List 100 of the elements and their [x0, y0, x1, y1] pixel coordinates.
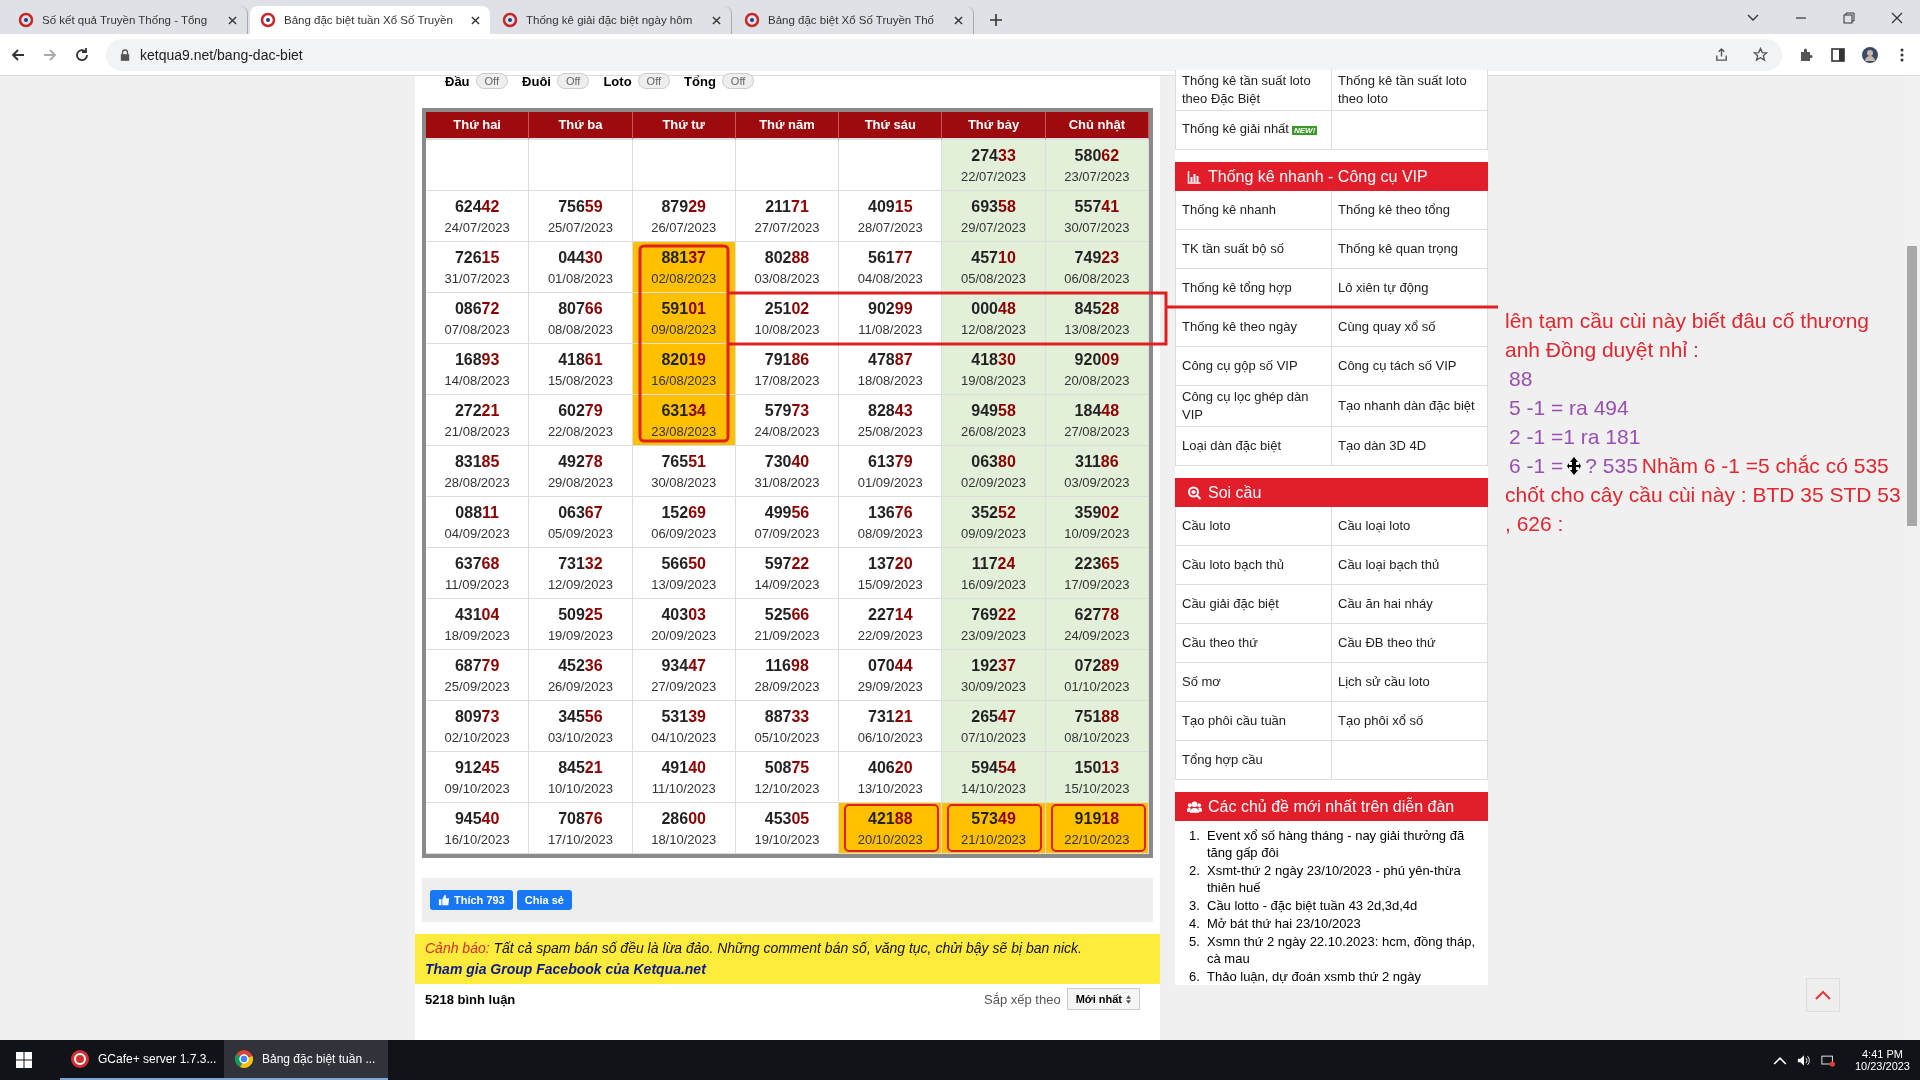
- sidebar-link[interactable]: Thống kê quan trọng: [1338, 240, 1458, 258]
- sidebar-link[interactable]: Cầu loto bạch thủ: [1182, 556, 1284, 574]
- avatar-icon[interactable]: [1862, 46, 1878, 63]
- filter-toggle[interactable]: Off: [475, 73, 509, 89]
- draw-date: 09/09/2023: [961, 525, 1027, 541]
- draw-date: 26/07/2023: [651, 219, 717, 235]
- sidebar-link[interactable]: Lô xiên tự động: [1338, 279, 1429, 297]
- column-header: Chủ nhật: [1045, 112, 1149, 140]
- sidebar-link[interactable]: Công cụ tách số VIP: [1338, 357, 1457, 375]
- new-tab-icon[interactable]: [990, 14, 1002, 26]
- sidebar-link[interactable]: Tạo phôi xổ số: [1338, 712, 1424, 730]
- draw-date: 03/10/2023: [547, 729, 613, 745]
- sidebar-link[interactable]: Cầu loto: [1182, 517, 1231, 535]
- forum-topic-link[interactable]: Xsmt-thứ 2 ngày 23/10/2023 - phú yên-thừa thiên huế: [1207, 862, 1478, 896]
- restore-icon[interactable]: [1843, 12, 1855, 24]
- close-tab-icon[interactable]: [954, 15, 963, 25]
- network-icon[interactable]: [1820, 1053, 1835, 1067]
- sidebar-link[interactable]: Thống kê giải nhất NEW!: [1182, 120, 1318, 140]
- close-icon[interactable]: [1891, 12, 1903, 24]
- sidebar-icon[interactable]: [1830, 46, 1846, 63]
- sidebar-link[interactable]: Thống kê tổng hợp: [1182, 279, 1292, 297]
- sidebar-link[interactable]: Thống kê nhanh: [1182, 201, 1276, 219]
- new-badge: NEW!: [1291, 126, 1318, 135]
- sort-dropdown[interactable]: Mới nhất: [1066, 988, 1140, 1010]
- list-number: 6.: [1189, 968, 1201, 985]
- comment-count: 5218 bình luận: [425, 991, 516, 1007]
- sidebar-link[interactable]: Tạo nhanh dàn đặc biệt: [1338, 397, 1475, 415]
- draw-date: 06/10/2023: [857, 729, 923, 745]
- draw-date: 23/08/2023: [651, 423, 717, 439]
- sidebar-link[interactable]: Tạo phôi cầu tuần: [1182, 712, 1287, 730]
- draw-date: 18/10/2023: [651, 831, 717, 847]
- scroll-to-top-button[interactable]: [1806, 978, 1840, 1012]
- star-icon[interactable]: [1753, 47, 1768, 62]
- back-icon[interactable]: [10, 46, 26, 63]
- annotation-text: 5 -1 = ra 494: [1509, 395, 1629, 421]
- windows-start-icon[interactable]: [16, 1052, 32, 1068]
- sidebar-link[interactable]: Cùng quay xổ số: [1338, 318, 1436, 336]
- draw-date: 25/07/2023: [547, 219, 613, 235]
- sidebar-link[interactable]: Thống kê theo ngày: [1182, 318, 1297, 336]
- filter-toggle[interactable]: Off: [556, 73, 590, 89]
- close-tab-icon[interactable]: [228, 15, 237, 25]
- sort-label: Sắp xếp theo: [984, 991, 1061, 1007]
- draw-date: 17/10/2023: [547, 831, 613, 847]
- draw-date: 02/08/2023: [651, 270, 717, 286]
- share-button[interactable]: Chia sẻ: [516, 890, 572, 910]
- list-number: 1.: [1189, 827, 1201, 845]
- draw-date: 05/09/2023: [547, 525, 613, 541]
- bar-chart-icon: [1187, 169, 1202, 184]
- speaker-icon[interactable]: [1796, 1053, 1811, 1067]
- sidebar-link[interactable]: Công cụ gộp số VIP: [1182, 357, 1298, 375]
- sidebar-link[interactable]: Thống kê tần suất loto theo Đặc Biệt: [1182, 72, 1325, 108]
- sidebar-link[interactable]: Cầu ĐB theo thứ: [1338, 634, 1436, 652]
- forum-topic-link[interactable]: Xsmn thứ 2 ngày 22.10.2023: hcm, đồng tháp, cà mau: [1207, 933, 1478, 967]
- filter-toggle[interactable]: Off: [637, 73, 671, 89]
- browser-tab[interactable]: Bảng đặc biệt tuần Xổ Số Truyền: [250, 6, 490, 34]
- browser-icon: [234, 1049, 254, 1069]
- close-tab-icon[interactable]: [471, 15, 480, 25]
- draw-date: 15/09/2023: [857, 576, 923, 592]
- close-tab-icon[interactable]: [712, 15, 721, 25]
- sidebar-link[interactable]: Cầu giải đặc biệt: [1182, 595, 1279, 613]
- annotation-text: 2 -1 =1 ra 181: [1509, 424, 1641, 450]
- draw-date: 18/08/2023: [857, 372, 923, 388]
- sidebar-link[interactable]: Cầu ăn hai nháy: [1338, 595, 1433, 613]
- forum-topic-link[interactable]: Event xổ số hàng tháng - nay giải thưởng đã tăng gấp đôi: [1207, 827, 1478, 861]
- puzzle-icon[interactable]: [1798, 46, 1814, 63]
- sidebar-link[interactable]: TK tần suất bộ số: [1182, 240, 1284, 258]
- sidebar-link[interactable]: Số mơ: [1182, 673, 1221, 691]
- draw-date: 15/08/2023: [547, 372, 613, 388]
- sidebar-link[interactable]: Lịch sử cầu loto: [1338, 673, 1430, 691]
- forum-topic-link[interactable]: Thảo luận, dự đoán xsmb thứ 2 ngày: [1207, 968, 1421, 985]
- annotation-text: lên tạm cầu cùi này biết đâu cố thương anh Đồng duyệt nhỉ :: [1505, 308, 1871, 363]
- draw-date: 16/10/2023: [444, 831, 510, 847]
- forum-topic-link[interactable]: Cầu lotto - đặc biệt tuần 43 2d,3d,4d: [1207, 897, 1418, 914]
- draw-date: 14/09/2023: [754, 576, 820, 592]
- sidebar-link[interactable]: Cầu loại loto: [1338, 517, 1411, 535]
- sidebar-link[interactable]: Công cụ lọc ghép dàn VIP: [1182, 388, 1325, 424]
- draw-date: 17/09/2023: [1064, 576, 1130, 592]
- sidebar-link[interactable]: Thống kê tần suất loto theo loto: [1338, 72, 1481, 108]
- taskbar-app[interactable]: Bảng đặc biệt tuần ...: [224, 1040, 388, 1080]
- sidebar-link[interactable]: Cầu theo thứ: [1182, 634, 1258, 652]
- sidebar-link[interactable]: Tạo dàn 3D 4D: [1338, 437, 1427, 455]
- sidebar-link[interactable]: Cầu loại bạch thủ: [1338, 556, 1440, 574]
- sidebar-link[interactable]: Tổng hợp cầu: [1182, 751, 1263, 769]
- draw-date: 24/09/2023: [1064, 627, 1130, 643]
- reload-icon[interactable]: [74, 46, 90, 63]
- filter-toggle[interactable]: Off: [721, 73, 755, 89]
- sidebar-link[interactable]: Thống kê theo tổng: [1338, 201, 1451, 219]
- draw-date: 08/09/2023: [857, 525, 923, 541]
- sidebar-link[interactable]: Loại dàn đặc biệt: [1182, 437, 1282, 455]
- draw-date: 24/07/2023: [444, 219, 510, 235]
- share-icon[interactable]: [1714, 47, 1729, 62]
- annotation-text: 88: [1509, 366, 1533, 392]
- draw-date: 10/10/2023: [547, 780, 613, 796]
- site-logo-icon: [260, 12, 276, 28]
- forum-topic-link[interactable]: Mở bát thứ hai 23/10/2023: [1207, 915, 1361, 932]
- clock[interactable]: 4:41 PM 10/23/2023: [1854, 1048, 1910, 1072]
- draw-date: 14/08/2023: [444, 372, 510, 388]
- address-field[interactable]: ketqua9.net/bang-dac-biet: [106, 38, 1782, 71]
- facebook-group-link[interactable]: Tham gia Group Facebook của Ketqua.net: [425, 961, 706, 977]
- like-button[interactable]: Thích 793: [430, 890, 513, 910]
